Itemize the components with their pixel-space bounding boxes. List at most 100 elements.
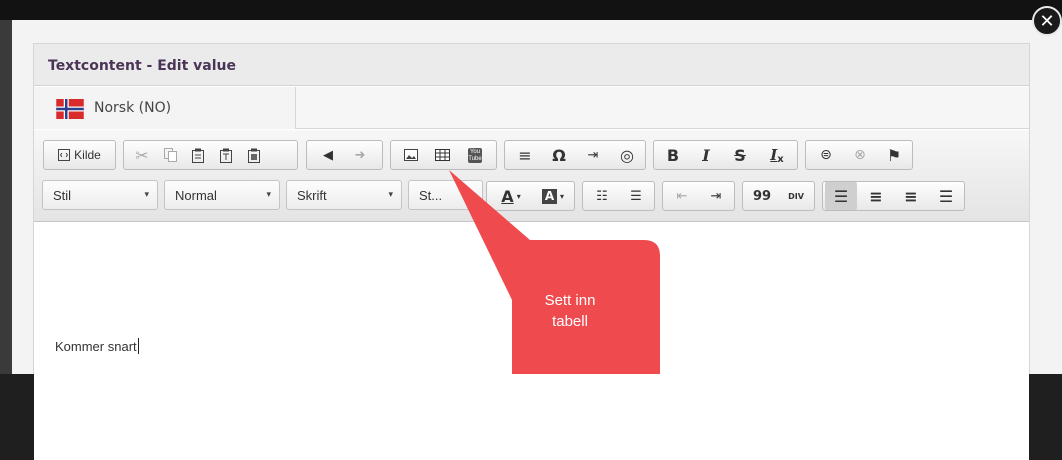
horizontal-line-button[interactable]: ≡	[509, 141, 541, 169]
align-right-button[interactable]: ≡	[895, 182, 927, 210]
bold-button[interactable]: B	[657, 141, 689, 169]
links-group: ⊜ ⊗ ⚑	[805, 140, 913, 170]
close-button[interactable]: ✕	[1032, 6, 1062, 36]
justify-button[interactable]: ☰	[930, 182, 962, 210]
copy-button[interactable]	[156, 141, 184, 169]
block-group: 99 DIV	[742, 181, 815, 211]
source-icon	[58, 149, 71, 161]
insert-group: You Tube	[390, 140, 497, 170]
style-combo-label: Stil	[53, 188, 72, 203]
bold-icon: B	[666, 145, 680, 165]
link-button[interactable]: ⊜	[810, 141, 842, 169]
anchor-flag-icon: ⚑	[886, 145, 902, 165]
unlink-icon: ⊗	[854, 147, 866, 163]
tooltip-line-1: Sett inn	[544, 292, 596, 309]
align-center-icon: ≡	[869, 186, 883, 206]
image-button[interactable]	[396, 141, 426, 169]
tooltip-text: Sett inn tabell	[530, 290, 610, 332]
text-color-arrow: ▾	[516, 191, 521, 201]
youtube-icon: You Tube	[468, 147, 482, 163]
decrease-indent-icon: ⇤	[676, 188, 688, 204]
special-char-icon: Ω	[552, 145, 566, 165]
editor-text-content: Kommer snart	[55, 339, 137, 354]
special-char-button[interactable]: Ω	[543, 141, 575, 169]
language-tabs: Norsk (NO)	[34, 87, 1029, 129]
globe-icon: ◎	[620, 145, 634, 165]
text-color-button[interactable]: A ▾	[491, 182, 531, 210]
indent-group: ⇤ ⇥	[662, 181, 735, 211]
align-left-icon: ☰	[833, 186, 849, 206]
tooltip-line-2: tabell	[552, 313, 588, 330]
copy-icon	[163, 148, 177, 162]
text-color-icon: A	[501, 186, 514, 206]
numbered-list-icon: ☷	[596, 188, 608, 204]
strikethrough-button[interactable]: S	[724, 141, 756, 169]
source-button[interactable]: Kilde	[44, 141, 115, 169]
format-combo[interactable]: Normal ▾	[164, 180, 280, 210]
blockquote-button[interactable]: 99	[746, 182, 778, 210]
size-combo-label: St...	[419, 188, 443, 203]
cut-button[interactable]: ✂	[128, 141, 156, 169]
chevron-down-icon: ▾	[388, 189, 393, 199]
style-combo[interactable]: Stil ▾	[42, 180, 158, 210]
image-icon	[404, 149, 418, 161]
anchor-button[interactable]: ⚑	[878, 141, 910, 169]
decrease-indent-button[interactable]: ⇤	[666, 182, 698, 210]
insert-misc-group: ≡ Ω ⇥ ◎	[504, 140, 646, 170]
unlink-button[interactable]: ⊗	[844, 141, 876, 169]
background-color-icon: A	[541, 188, 557, 204]
increase-indent-icon: ⇥	[710, 188, 722, 204]
bullet-list-icon: ☰	[630, 188, 642, 204]
cut-icon: ✂	[135, 145, 149, 165]
paste-text-button[interactable]	[212, 141, 240, 169]
div-container-button[interactable]: DIV	[780, 182, 812, 210]
source-button-label: Kilde	[74, 148, 101, 162]
paste-word-icon	[248, 148, 260, 163]
background-color-arrow: ▾	[559, 191, 564, 201]
table-icon	[434, 149, 450, 161]
italic-button[interactable]: I	[690, 141, 722, 169]
remove-format-button[interactable]: Ix	[760, 141, 794, 169]
colors-group: A ▾ A ▾	[486, 181, 575, 211]
globe-button[interactable]: ◎	[611, 141, 643, 169]
redo-icon: ➜	[354, 147, 366, 163]
justify-icon: ☰	[938, 186, 954, 206]
paste-icon	[192, 148, 204, 163]
youtube-button[interactable]: You Tube	[459, 141, 491, 169]
div-container-icon: DIV	[788, 191, 804, 201]
norway-flag-icon	[56, 99, 84, 119]
dialog-header: Textcontent - Edit value	[34, 44, 1029, 86]
link-icon: ⊜	[820, 147, 832, 163]
dialog-title: Textcontent - Edit value	[48, 58, 236, 74]
align-right-icon: ≡	[904, 186, 918, 206]
align-center-button[interactable]: ≡	[860, 182, 892, 210]
lists-group: ☷ ☰	[582, 181, 655, 211]
undo-button[interactable]: ◀	[313, 141, 343, 169]
numbered-list-button[interactable]: ☷	[586, 182, 618, 210]
align-left-button[interactable]: ☰	[825, 182, 857, 210]
chevron-down-icon: ▾	[144, 189, 149, 199]
increase-indent-button[interactable]: ⇥	[700, 182, 732, 210]
close-icon: ✕	[1039, 10, 1055, 32]
language-label: Norsk (NO)	[94, 100, 172, 116]
paste-word-button[interactable]	[240, 141, 268, 169]
format-combo-label: Normal	[175, 188, 217, 203]
blockquote-icon: 99	[752, 188, 772, 204]
bullet-list-button[interactable]: ☰	[620, 182, 652, 210]
font-combo[interactable]: Skrift ▾	[286, 180, 402, 210]
table-button[interactable]	[427, 141, 457, 169]
background-color-button[interactable]: A ▾	[533, 182, 573, 210]
tab-language-norsk[interactable]: Norsk (NO)	[34, 87, 296, 129]
italic-icon: I	[702, 145, 710, 165]
size-combo[interactable]: St...	[408, 180, 483, 210]
chevron-down-icon: ▾	[266, 189, 271, 199]
clipboard-group: ✂	[123, 140, 298, 170]
horizontal-line-icon: ≡	[518, 145, 532, 165]
paste-text-icon	[220, 148, 232, 163]
indent-icon: ⇥	[587, 147, 599, 163]
indent-block-button[interactable]: ⇥	[577, 141, 609, 169]
font-combo-label: Skrift	[297, 188, 327, 203]
redo-button[interactable]: ➜	[345, 141, 375, 169]
paste-button[interactable]	[184, 141, 212, 169]
remove-format-icon: I	[770, 146, 778, 164]
